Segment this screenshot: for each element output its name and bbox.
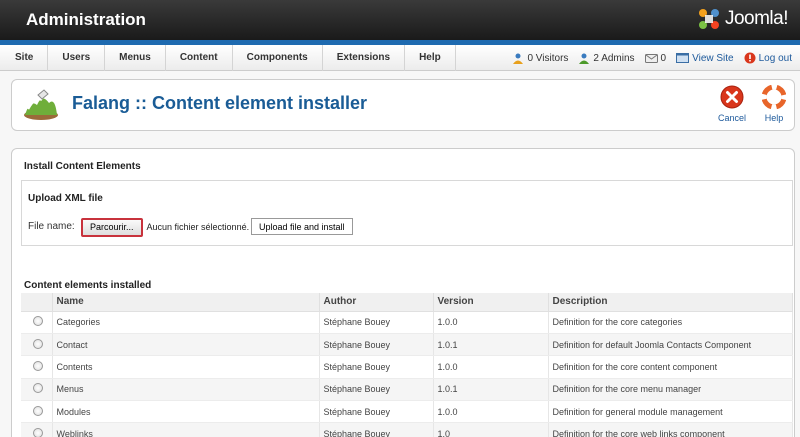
cancel-label: Cancel [717, 113, 746, 123]
joomla-logo: Joomla! [697, 7, 789, 31]
main-panel: Install Content Elements Upload XML file… [11, 148, 795, 437]
row-version: 1.0.1 [433, 333, 549, 357]
logout-link[interactable]: Log out [744, 52, 792, 64]
row-version: 1.0.0 [433, 355, 549, 379]
messages-count: 0 [660, 52, 667, 64]
status-area: 0 Visitors 2 Admins 0 View Site Log out [512, 45, 792, 71]
row-author: Stéphane Bouey [319, 378, 434, 402]
no-file-selected-text: Aucun fichier sélectionné. [146, 222, 250, 232]
row-radio[interactable] [33, 338, 43, 349]
row-name: Modules [52, 400, 320, 424]
menu-components[interactable]: Components [233, 45, 323, 71]
row-select-cell [21, 400, 53, 424]
row-name: Menus [52, 378, 320, 402]
header-version[interactable]: Version [433, 293, 549, 312]
upload-legend: Upload XML file [28, 193, 103, 204]
row-version: 1.0 [433, 422, 549, 437]
toolbar-panel: Falang :: Content element installer Canc… [11, 79, 795, 131]
row-radio[interactable] [33, 316, 43, 327]
row-author: Stéphane Bouey [319, 400, 434, 424]
row-description: Definition for default Joomla Contacts C… [548, 333, 793, 357]
row-author: Stéphane Bouey [319, 333, 434, 357]
view-site-link[interactable]: View Site [676, 52, 734, 64]
admin-title: Administration [26, 10, 146, 29]
falang-component-icon [22, 85, 60, 123]
top-header: Administration Joomla! [0, 0, 800, 40]
row-author: Stéphane Bouey [319, 422, 434, 437]
header-description[interactable]: Description [548, 293, 793, 312]
messages-icon [644, 53, 658, 63]
messages-status[interactable]: 0 [644, 52, 667, 64]
visitors-count: 0 Visitors [527, 52, 569, 64]
upload-install-button[interactable]: Upload file and install [251, 218, 353, 235]
row-select-cell [21, 355, 53, 379]
visitors-icon [513, 53, 524, 64]
main-menu-bar: Site Users Menus Content Components Exte… [0, 45, 800, 71]
file-input: Parcourir... Aucun fichier sélectionné. [81, 217, 249, 237]
row-description: Definition for general module management [548, 400, 793, 424]
logout-label: Log out [758, 52, 792, 64]
menu-help[interactable]: Help [405, 45, 456, 71]
table-row: Contents Stéphane Bouey 1.0.0 Definition… [21, 355, 793, 379]
install-legend: Install Content Elements [24, 161, 141, 172]
row-name: Contents [52, 355, 320, 379]
menu-menus[interactable]: Menus [105, 45, 166, 71]
row-author: Stéphane Bouey [319, 311, 434, 334]
row-version: 1.0.1 [433, 378, 549, 402]
table-row: Modules Stéphane Bouey 1.0.0 Definition … [21, 400, 793, 424]
row-name: Weblinks [52, 422, 320, 437]
row-select-cell [21, 311, 53, 334]
menu-extensions[interactable]: Extensions [323, 45, 406, 71]
row-radio[interactable] [33, 428, 43, 437]
row-author: Stéphane Bouey [319, 355, 434, 379]
row-description: Definition for the core content componen… [548, 355, 793, 379]
cancel-icon [720, 85, 744, 109]
visitors-status: 0 Visitors [512, 52, 568, 64]
table-row: Weblinks Stéphane Bouey 1.0 Definition f… [21, 422, 793, 437]
upload-fieldset: Upload XML file File name: Parcourir... … [21, 180, 793, 246]
browse-button[interactable]: Parcourir... [81, 217, 143, 237]
view-site-icon [676, 52, 690, 63]
header-author[interactable]: Author [319, 293, 434, 312]
menu-content[interactable]: Content [166, 45, 233, 71]
view-site-label: View Site [692, 52, 734, 64]
page-title: Falang :: Content element installer [72, 93, 368, 113]
row-radio[interactable] [33, 405, 43, 416]
row-select-cell [21, 333, 53, 357]
row-radio[interactable] [33, 383, 43, 394]
table-row: Categories Stéphane Bouey 1.0.0 Definiti… [21, 311, 793, 334]
row-version: 1.0.0 [433, 311, 549, 334]
row-select-cell [21, 378, 53, 402]
installed-title: Content elements installed [24, 280, 152, 291]
row-name: Categories [52, 311, 320, 334]
installed-elements-table: Name Author Version Description Categori… [21, 293, 793, 437]
row-radio[interactable] [33, 360, 43, 371]
row-version: 1.0.0 [433, 400, 549, 424]
row-description: Definition for the core categories [548, 311, 793, 334]
header-select [21, 293, 53, 312]
table-header-row: Name Author Version Description [21, 293, 793, 312]
menu-site[interactable]: Site [0, 45, 49, 71]
table-row: Contact Stéphane Bouey 1.0.1 Definition … [21, 333, 793, 357]
header-name[interactable]: Name [52, 293, 320, 312]
admins-icon [579, 53, 590, 64]
row-select-cell [21, 422, 53, 437]
table-row: Menus Stéphane Bouey 1.0.1 Definition fo… [21, 378, 793, 402]
menu-users[interactable]: Users [48, 45, 106, 71]
cancel-button[interactable]: Cancel [712, 85, 752, 123]
row-description: Definition for the core menu manager [548, 378, 793, 402]
admins-count: 2 Admins [593, 52, 635, 64]
row-name: Contact [52, 333, 320, 357]
help-label: Help [764, 113, 784, 123]
file-name-label: File name: [28, 221, 75, 232]
logout-icon [744, 52, 756, 64]
admins-status: 2 Admins [578, 52, 635, 64]
joomla-wordmark: Joomla! [724, 8, 789, 29]
joomla-mark-icon [697, 7, 721, 31]
row-description: Definition for the core web links compon… [548, 422, 793, 437]
help-button[interactable]: Help [754, 84, 794, 123]
help-lifebuoy-icon [761, 84, 787, 110]
